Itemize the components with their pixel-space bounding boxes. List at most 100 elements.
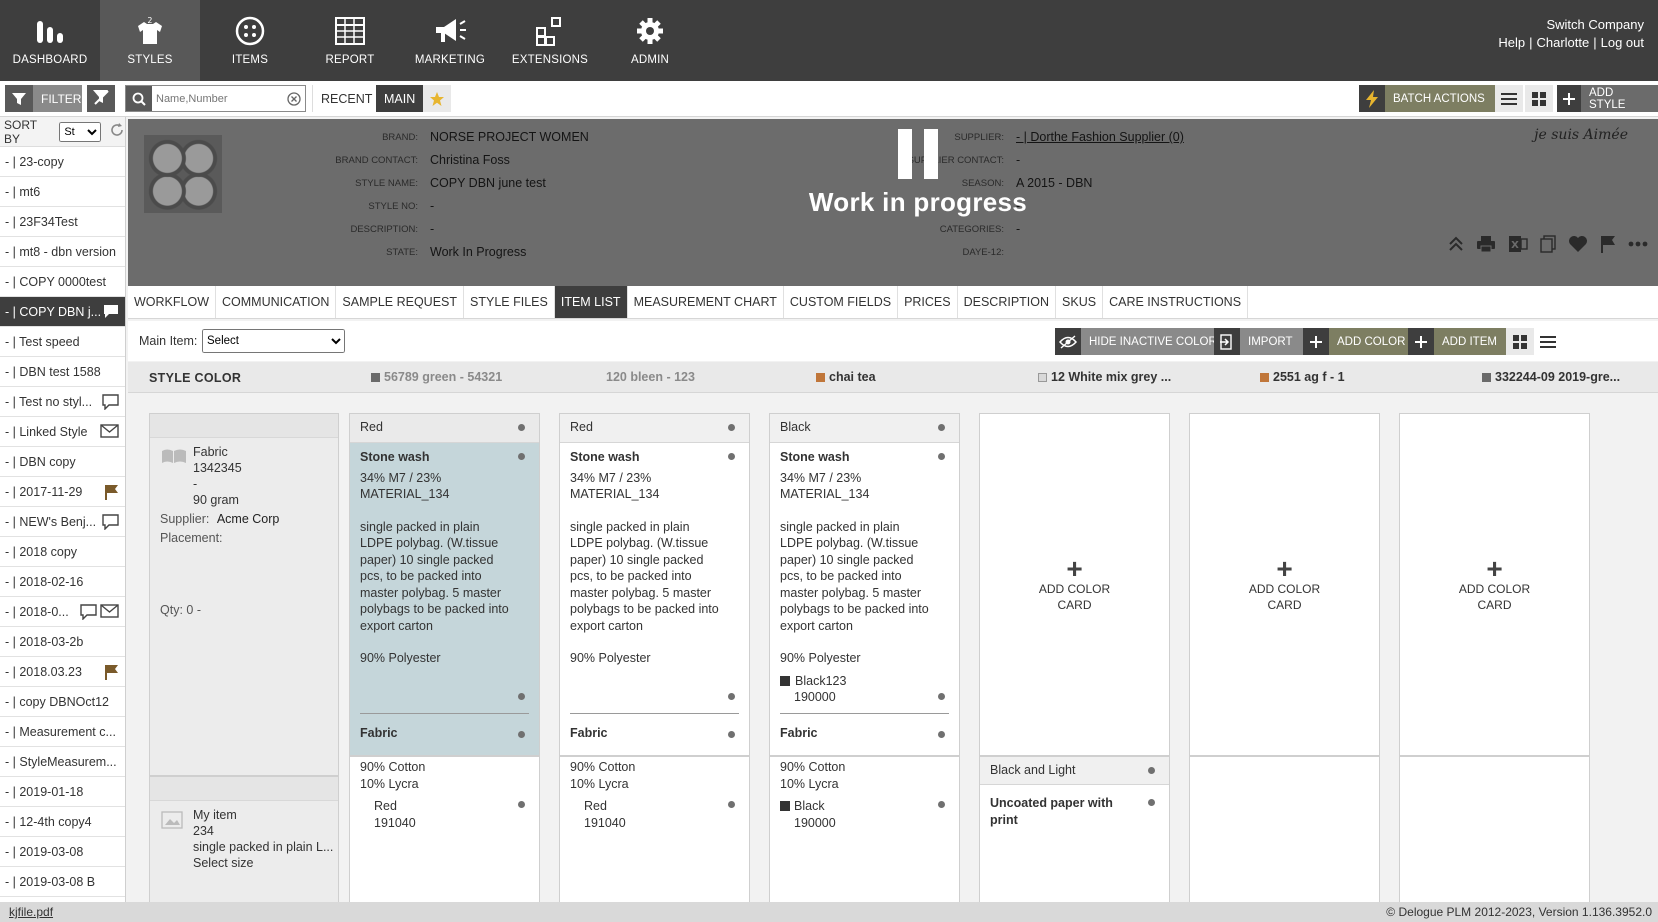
nav-label: STYLES: [127, 54, 173, 66]
logout-link[interactable]: Log out: [1601, 35, 1644, 50]
color-card[interactable]: 90% Cotton 10% Lycra Red 191040: [349, 756, 540, 902]
file-link[interactable]: kjfile.pdf: [9, 905, 53, 919]
size-select[interactable]: Select size: [193, 855, 333, 871]
list-item[interactable]: - | Linked Style: [0, 417, 125, 447]
clear-search-icon[interactable]: [287, 92, 301, 109]
grid-view-icon[interactable]: [1506, 328, 1534, 355]
list-item[interactable]: - | 2018.03.23: [0, 657, 125, 687]
tab-item-list[interactable]: ITEM LIST: [554, 286, 628, 318]
color-card[interactable]: Black Stone wash 34% M7 / 23% MATERIAL_1…: [769, 413, 960, 756]
import-button[interactable]: IMPORT: [1214, 328, 1303, 355]
tab-workflow[interactable]: WORKFLOW: [128, 286, 216, 318]
list-item[interactable]: - | 2018-03-2b: [0, 627, 125, 657]
tab-prices[interactable]: PRICES: [898, 286, 958, 318]
excel-icon[interactable]: X: [1508, 235, 1528, 256]
batch-actions-button[interactable]: BATCH ACTIONS: [1359, 85, 1495, 112]
add-color-card-button[interactable]: + ADD COLOR CARD: [1189, 413, 1380, 756]
color-card[interactable]: Black and Light Uncoated paper with prin…: [979, 756, 1170, 902]
brand-value: NORSE PROJECT WOMEN: [430, 130, 589, 144]
tab-custom-fields[interactable]: CUSTOM FIELDS: [784, 286, 899, 318]
list-item[interactable]: - | DBN test 1588: [0, 357, 125, 387]
color-column-header[interactable]: 56789 green - 54321: [371, 370, 502, 384]
filter-button[interactable]: FILTER: [5, 85, 82, 112]
list-item[interactable]: - | 23F34Test: [0, 207, 125, 237]
refresh-icon[interactable]: [109, 122, 125, 141]
list-item[interactable]: - | 2019-03-08: [0, 837, 125, 867]
color-column-header[interactable]: chai tea: [816, 370, 876, 384]
nav-marketing[interactable]: MARKETING: [400, 0, 500, 81]
favorites-star-icon[interactable]: [423, 85, 451, 112]
tab-communication[interactable]: COMMUNICATION: [216, 286, 337, 318]
list-item[interactable]: - | Measurement c...: [0, 717, 125, 747]
list-item[interactable]: - | copy DBNOct12: [0, 687, 125, 717]
list-item[interactable]: - | 2018-0...: [0, 597, 125, 627]
add-color-card-button[interactable]: + ADD COLOR CARD: [1399, 413, 1590, 756]
main-item-select[interactable]: Select: [202, 329, 345, 353]
nav-items[interactable]: ITEMS: [200, 0, 300, 81]
add-color-card-button[interactable]: + ADD COLOR CARD: [979, 413, 1170, 756]
state-value: Work In Progress: [430, 245, 527, 259]
color-column-header[interactable]: 332244-09 2019-gre...: [1482, 370, 1620, 384]
list-item[interactable]: - | 2019-01-18: [0, 777, 125, 807]
color-column-header[interactable]: 120 bleen - 123: [606, 370, 695, 384]
color-card[interactable]: Red Stone wash 34% M7 / 23% MATERIAL_134…: [349, 413, 540, 756]
tab-recent[interactable]: RECENT: [312, 85, 380, 112]
list-item[interactable]: - | COPY 0000test: [0, 267, 125, 297]
tab-sample-request[interactable]: SAMPLE REQUEST: [336, 286, 465, 318]
list-item[interactable]: - | 12-4th copy4: [0, 807, 125, 837]
color-column-header[interactable]: 12 White mix grey ...: [1038, 370, 1171, 384]
list-item[interactable]: - | 2017-11-29: [0, 477, 125, 507]
add-color-button[interactable]: ADD COLOR: [1303, 328, 1416, 355]
sort-select[interactable]: St: [59, 121, 101, 142]
list-item[interactable]: - | StyleMeasurem...: [0, 747, 125, 777]
color-card[interactable]: 90% Cotton 10% Lycra Black 190000: [769, 756, 960, 902]
style-thumbnail[interactable]: [144, 135, 222, 213]
clear-filter-button[interactable]: [87, 85, 115, 112]
list-item[interactable]: - | 23-copy: [0, 147, 125, 177]
user-link[interactable]: Charlotte: [1536, 35, 1589, 50]
status-footer: kjfile.pdf © Delogue PLM 2012-2023, Vers…: [0, 902, 1658, 922]
flag-icon[interactable]: [1600, 235, 1616, 256]
nav-report[interactable]: REPORT: [300, 0, 400, 81]
tab-measurement-chart[interactable]: MEASUREMENT CHART: [628, 286, 784, 318]
copy-icon[interactable]: [1540, 235, 1556, 256]
item-card[interactable]: My item 234 single packed in plain L... …: [149, 776, 339, 902]
tab-description[interactable]: DESCRIPTION: [958, 286, 1057, 318]
list-item[interactable]: - | Test speed: [0, 327, 125, 357]
tab-style-files[interactable]: STYLE FILES: [464, 286, 555, 318]
color-card[interactable]: 90% Cotton 10% Lycra Red 191040: [559, 756, 750, 902]
list-item[interactable]: - | 2018 copy: [0, 537, 125, 567]
nav-extensions[interactable]: EXTENSIONS: [500, 0, 600, 81]
list-item[interactable]: - | mt6: [0, 177, 125, 207]
list-item[interactable]: - | DBN copy: [0, 447, 125, 477]
tab-main[interactable]: MAIN: [376, 85, 424, 112]
list-item[interactable]: - | mt8 - dbn version: [0, 237, 125, 267]
list-item-active[interactable]: - | COPY DBN j...: [0, 297, 125, 327]
nav-dashboard[interactable]: DASHBOARD: [0, 0, 100, 81]
grid-view-icon[interactable]: [1525, 85, 1553, 112]
empty-color-card[interactable]: [1189, 756, 1380, 902]
hide-inactive-colors-button[interactable]: HIDE INACTIVE COLORS: [1055, 328, 1235, 355]
tab-care-instructions[interactable]: CARE INSTRUCTIONS: [1103, 286, 1249, 318]
list-view-icon[interactable]: [1534, 328, 1562, 355]
nav-styles[interactable]: 2 STYLES: [100, 0, 200, 81]
print-icon[interactable]: [1476, 235, 1496, 256]
search-input[interactable]: [156, 92, 286, 105]
tab-skus[interactable]: SKUS: [1056, 286, 1104, 318]
item-card[interactable]: Fabric 1342345 - 90 gram Supplier: Acme …: [149, 413, 339, 776]
nav-admin[interactable]: ADMIN: [600, 0, 700, 81]
color-column-header[interactable]: 2551 ag f - 1: [1260, 370, 1345, 384]
more-icon[interactable]: [1628, 235, 1648, 256]
list-item[interactable]: - | Test no styl...: [0, 387, 125, 417]
heart-icon[interactable]: [1568, 235, 1588, 256]
list-item[interactable]: - | 2018-02-16: [0, 567, 125, 597]
empty-color-card[interactable]: [1399, 756, 1590, 902]
list-item[interactable]: - | 2019-03-08 B: [0, 867, 125, 897]
add-item-button[interactable]: ADD ITEM: [1408, 328, 1507, 355]
list-item[interactable]: - | NEW's Benj...: [0, 507, 125, 537]
color-card[interactable]: Red Stone wash 34% M7 / 23% MATERIAL_134…: [559, 413, 750, 756]
list-view-icon[interactable]: [1495, 85, 1523, 112]
help-link[interactable]: Help: [1498, 35, 1525, 50]
add-style-button[interactable]: ADD STYLE: [1557, 85, 1658, 112]
collapse-icon[interactable]: [1448, 235, 1464, 256]
